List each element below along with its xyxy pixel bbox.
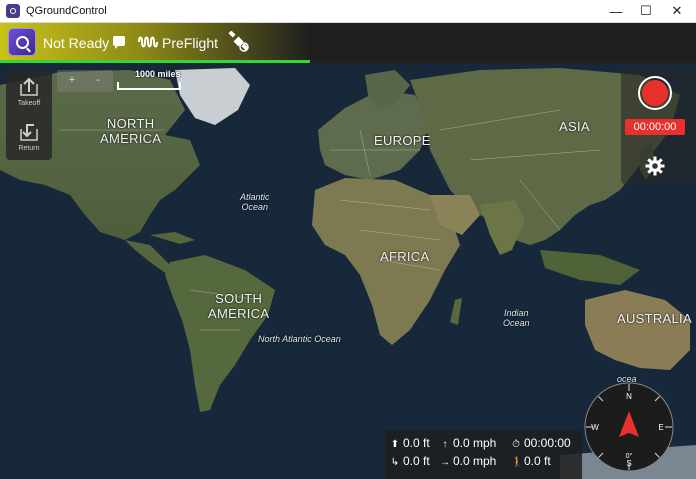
- compass-east: E: [658, 423, 663, 432]
- scale-bar: [117, 82, 181, 90]
- vehicle-status[interactable]: Not Ready: [43, 35, 109, 51]
- distance-start-readout: 🚶0.0 ft: [511, 454, 551, 468]
- return-button[interactable]: Return: [6, 121, 52, 152]
- compass-widget: N E S W 0°: [584, 382, 674, 472]
- label-indian-ocean: Indian Ocean: [503, 308, 530, 328]
- label-north-america: NORTH AMERICA: [100, 116, 162, 146]
- window-title: QGroundControl: [26, 5, 107, 17]
- compass-north: N: [626, 392, 632, 401]
- takeoff-icon: [20, 77, 38, 96]
- walker-icon: 🚶: [511, 457, 524, 468]
- flight-time-readout: ⏱ 00:00:00: [512, 436, 571, 450]
- label-south-america: SOUTH AMERICA: [208, 291, 270, 321]
- takeoff-label: Takeoff: [17, 100, 41, 107]
- gear-icon[interactable]: [645, 156, 665, 176]
- signal-wave-icon: [138, 36, 158, 48]
- qgc-logo-icon[interactable]: [8, 28, 36, 56]
- compass-west: W: [591, 423, 599, 432]
- satellite-gps-icon[interactable]: [228, 31, 250, 53]
- record-button[interactable]: [638, 76, 672, 110]
- label-asia: ASIA: [559, 119, 590, 134]
- distance-home-readout: ↳ 0.0 ft: [390, 454, 430, 468]
- compass-south: S: [626, 459, 631, 468]
- flight-mode[interactable]: PreFlight: [162, 35, 218, 51]
- ground-speed-readout: → 0.0 mph: [440, 454, 497, 468]
- zoom-in-button[interactable]: +: [59, 74, 85, 86]
- vertical-speed-readout: ↑ 0.0 mph: [440, 436, 497, 450]
- record-icon: [642, 80, 668, 106]
- label-africa: AFRICA: [380, 249, 430, 264]
- label-europe: EUROPE: [374, 133, 431, 148]
- label-australia: AUSTRALIA: [617, 311, 692, 326]
- ground-speed-icon: →: [440, 457, 450, 468]
- zoom-controls: + -: [57, 70, 113, 92]
- scale-label: 1000 miles: [135, 69, 181, 79]
- tool-strip: Takeoff Return: [6, 70, 52, 160]
- altitude-readout: ⬆ 0.0 ft: [390, 436, 430, 450]
- altitude-icon: ⬆: [390, 439, 400, 450]
- message-icon[interactable]: [113, 36, 125, 49]
- timer-icon: ⏱: [512, 439, 520, 450]
- vertical-speed-icon: ↑: [442, 439, 448, 450]
- label-north-atlantic-ocean: North Atlantic Ocean: [258, 334, 341, 344]
- return-label: Return: [18, 145, 40, 152]
- telemetry-panel: ⬆ 0.0 ft ↑ 0.0 mph ⏱ 00:00:00 ↳ 0.0 ft → 0.0 …: [385, 430, 582, 479]
- label-atlantic-ocean: Atlantic Ocean: [240, 192, 270, 212]
- home-distance-icon: ↳: [390, 457, 400, 468]
- compass-heading: 0°: [626, 452, 633, 460]
- window-title-bar: QGroundControl — ☐ ✕: [0, 0, 696, 23]
- zoom-out-button[interactable]: -: [85, 74, 111, 86]
- takeoff-button[interactable]: Takeoff: [6, 76, 52, 107]
- app-icon: [6, 4, 20, 18]
- minimize-button[interactable]: —: [601, 0, 631, 22]
- close-button[interactable]: ✕: [662, 0, 692, 22]
- record-timer: 00:00:00: [625, 119, 685, 135]
- maximize-button[interactable]: ☐: [631, 0, 661, 22]
- main-toolbar: Not Ready PreFlight: [0, 23, 696, 63]
- return-icon: [20, 124, 38, 141]
